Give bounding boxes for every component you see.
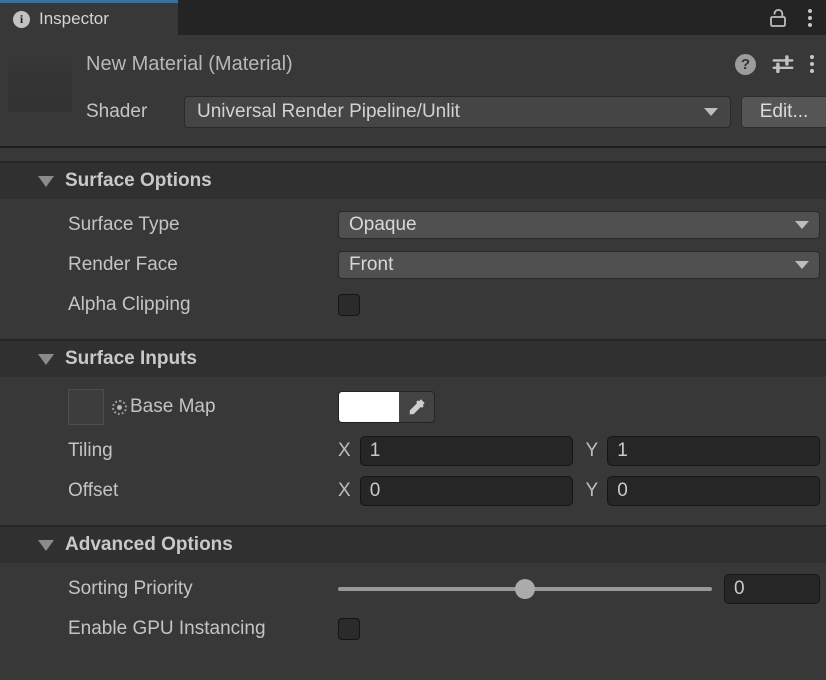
header-title-row: New Material (Material) ? (86, 48, 814, 80)
section-title: Advanced Options (65, 534, 233, 556)
sorting-priority-label: Sorting Priority (68, 578, 338, 600)
section-header-advanced-options[interactable]: Advanced Options (0, 525, 826, 563)
window-menu-icon[interactable] (808, 9, 812, 27)
header-icons: ? (735, 54, 814, 75)
help-icon[interactable]: ? (735, 54, 756, 75)
gpu-instancing-label: Enable GPU Instancing (68, 618, 338, 640)
chevron-down-icon (704, 108, 718, 116)
tab-inspector[interactable]: i Inspector (0, 0, 178, 35)
presets-icon[interactable] (772, 54, 794, 74)
tiling-label: Tiling (68, 440, 338, 462)
tab-label: Inspector (39, 9, 109, 29)
section-body-surface-inputs: Base Map Tiling X Y Offset X (0, 377, 826, 525)
offset-row: Offset X Y (0, 471, 826, 511)
shader-edit-button[interactable]: Edit... (741, 96, 826, 128)
alpha-clipping-checkbox[interactable] (338, 294, 360, 316)
shader-label: Shader (86, 101, 184, 123)
gpu-instancing-row: Enable GPU Instancing (0, 609, 826, 649)
render-face-value: Front (349, 254, 393, 276)
sorting-priority-input[interactable] (724, 574, 820, 604)
section-header-surface-options[interactable]: Surface Options (0, 161, 826, 199)
alpha-clipping-label: Alpha Clipping (68, 294, 338, 316)
info-icon: i (13, 11, 30, 28)
sorting-priority-slider[interactable] (338, 578, 712, 600)
base-map-label-group: Base Map (68, 389, 338, 425)
alpha-clipping-row: Alpha Clipping (0, 285, 826, 325)
chevron-down-icon (795, 261, 809, 269)
surface-type-row: Surface Type Opaque (0, 205, 826, 245)
sorting-priority-row: Sorting Priority (0, 569, 826, 609)
offset-y-input[interactable] (607, 476, 820, 506)
section-header-surface-inputs[interactable]: Surface Inputs (0, 339, 826, 377)
tab-bar: i Inspector (0, 0, 826, 35)
shader-dropdown[interactable]: Universal Render Pipeline/Unlit (184, 96, 731, 128)
separator-gap (0, 148, 826, 161)
color-swatch[interactable] (339, 392, 399, 422)
offset-x-input[interactable] (360, 476, 573, 506)
foldout-triangle-icon (38, 540, 54, 551)
axis-x-label: X (338, 480, 351, 502)
render-face-dropdown[interactable]: Front (338, 251, 820, 279)
gpu-instancing-checkbox[interactable] (338, 618, 360, 640)
section-body-advanced-options: Sorting Priority Enable GPU Instancing (0, 563, 826, 663)
slider-handle[interactable] (515, 579, 535, 599)
foldout-triangle-icon (38, 176, 54, 187)
base-map-color-field[interactable] (338, 391, 435, 423)
object-picker-icon[interactable] (112, 400, 127, 415)
axis-x-label: X (338, 440, 351, 462)
eyedropper-icon[interactable] (399, 392, 434, 422)
shader-row: Shader Universal Render Pipeline/Unlit E… (0, 96, 826, 128)
surface-type-label: Surface Type (68, 214, 338, 236)
surface-type-value: Opaque (349, 214, 417, 236)
unlock-icon[interactable] (768, 7, 788, 29)
material-menu-icon[interactable] (810, 55, 814, 73)
section-title: Surface Inputs (65, 348, 197, 370)
base-map-label: Base Map (130, 396, 216, 418)
offset-label: Offset (68, 480, 338, 502)
shader-dropdown-value: Universal Render Pipeline/Unlit (197, 101, 460, 123)
material-preview-thumbnail[interactable] (8, 48, 72, 112)
render-face-label: Render Face (68, 254, 338, 276)
foldout-triangle-icon (38, 354, 54, 365)
base-map-row: Base Map (0, 383, 826, 431)
section-title: Surface Options (65, 170, 212, 192)
material-header: New Material (Material) ? Shader Univers… (0, 35, 826, 146)
chevron-down-icon (795, 221, 809, 229)
window-actions (768, 0, 826, 35)
tiling-x-input[interactable] (360, 436, 573, 466)
surface-type-dropdown[interactable]: Opaque (338, 211, 820, 239)
tiling-y-input[interactable] (607, 436, 820, 466)
material-title: New Material (Material) (86, 53, 293, 76)
axis-y-label: Y (586, 440, 599, 462)
axis-y-label: Y (586, 480, 599, 502)
tiling-row: Tiling X Y (0, 431, 826, 471)
section-body-surface-options: Surface Type Opaque Render Face Front Al… (0, 199, 826, 339)
base-map-texture-slot[interactable] (68, 389, 104, 425)
render-face-row: Render Face Front (0, 245, 826, 285)
